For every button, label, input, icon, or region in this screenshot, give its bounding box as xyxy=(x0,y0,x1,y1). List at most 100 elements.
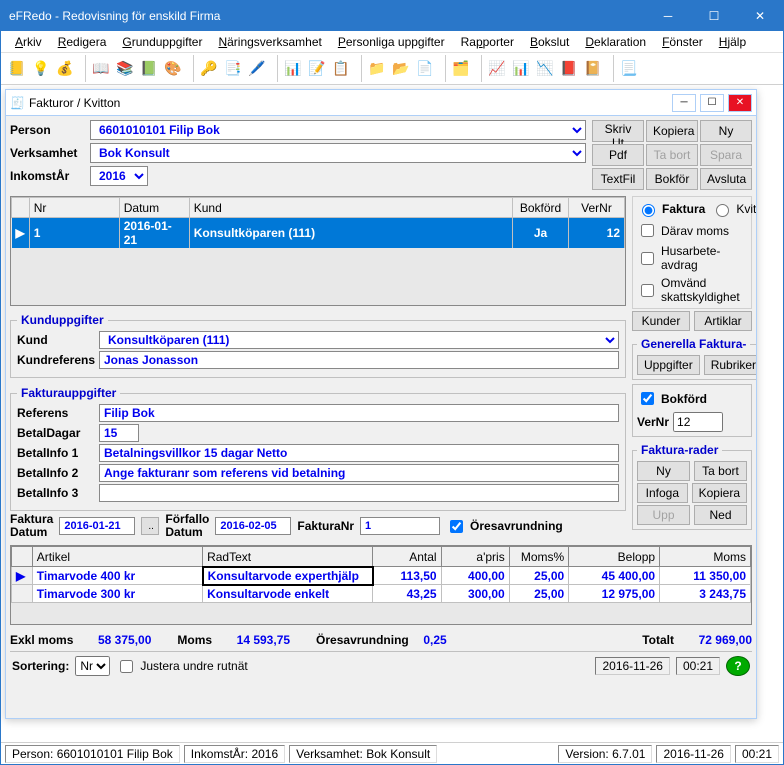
mdi-minimize[interactable]: ─ xyxy=(672,94,696,112)
line-row[interactable]: ▶ Timarvode 400 kr Konsultarvode experth… xyxy=(12,567,751,585)
toolbar-icon[interactable]: 🔑 xyxy=(197,57,221,81)
status-date: 2016-11-26 xyxy=(656,745,731,763)
toolbar-icon[interactable]: 📕 xyxy=(557,57,581,81)
mdi-date: 2016-11-26 xyxy=(595,657,670,675)
menu-naringsverksamhet[interactable]: Näringsverksamhet xyxy=(212,33,327,51)
toolbar-icon[interactable]: 📊 xyxy=(281,57,305,81)
menu-rapporter[interactable]: Rapporter xyxy=(455,33,520,51)
input-kundreferens[interactable] xyxy=(99,351,619,369)
status-verksamhet: Verksamhet: Bok Konsult xyxy=(289,745,437,763)
mdi-window: 🧾 Fakturor / Kvitton ─ ☐ ✕ Person 660101… xyxy=(5,89,757,719)
btn-artiklar[interactable]: Artiklar xyxy=(694,311,752,331)
btn-rad-ny[interactable]: Ny xyxy=(637,461,690,481)
toolbar-icon[interactable]: 💡 xyxy=(29,57,53,81)
toolbar-icon[interactable]: 📖 xyxy=(89,57,113,81)
totals-bar: Exkl moms 58 375,00 Moms 14 593,75 Öresa… xyxy=(10,631,752,649)
btn-bokfor[interactable]: Bokför xyxy=(646,168,698,190)
menu-bokslut[interactable]: Bokslut xyxy=(524,33,575,51)
mdi-icon: 🧾 xyxy=(10,96,25,110)
window-maximize-button[interactable]: ☐ xyxy=(691,1,737,31)
mdi-maximize[interactable]: ☐ xyxy=(700,94,724,112)
input-vernr[interactable] xyxy=(673,412,723,432)
toolbar-icon[interactable]: 📁 xyxy=(365,57,389,81)
select-person[interactable]: 6601010101 Filip Bok xyxy=(90,120,586,140)
invoice-grid[interactable]: Nr Datum Kund Bokförd VerNr ▶ 1 201 xyxy=(10,196,626,306)
menu-redigera[interactable]: Redigera xyxy=(52,33,113,51)
btn-skrivut[interactable]: Skriv Ut xyxy=(592,120,644,142)
menu-hjalp[interactable]: Hjälp xyxy=(713,33,752,51)
btn-spara[interactable]: Spara xyxy=(700,144,752,166)
toolbar-icon[interactable]: 📃 xyxy=(617,57,641,81)
input-betalinfo2[interactable] xyxy=(99,464,619,482)
input-referens[interactable] xyxy=(99,404,619,422)
btn-rad-ned[interactable]: Ned xyxy=(694,505,747,525)
btn-rad-infoga[interactable]: Infoga xyxy=(637,483,688,503)
label-inkomstar: InkomstÅr xyxy=(10,169,90,183)
input-betalinfo3[interactable] xyxy=(99,484,619,502)
invoice-row[interactable]: ▶ 1 2016-01-21 Konsultköparen (111) Ja 1… xyxy=(12,218,625,249)
col-vernr[interactable]: VerNr xyxy=(569,198,625,218)
btn-textfil[interactable]: TextFil xyxy=(592,168,644,190)
btn-rad-upp[interactable]: Upp xyxy=(637,505,690,525)
radio-faktura xyxy=(642,204,655,217)
input-fakturadatum[interactable] xyxy=(59,517,135,535)
select-sortering[interactable]: Nr xyxy=(75,656,110,676)
toolbar-icon[interactable]: 📊 xyxy=(509,57,533,81)
toolbar-icon[interactable]: 📗 xyxy=(137,57,161,81)
toolbar-icon[interactable]: 📉 xyxy=(533,57,557,81)
window-close-button[interactable]: ✕ xyxy=(737,1,783,31)
toolbar-icon[interactable]: 🗂️ xyxy=(449,57,473,81)
toolbar-icon[interactable]: 📋 xyxy=(329,57,353,81)
toolbar-icon[interactable]: 📔 xyxy=(581,57,605,81)
toolbar-icon[interactable]: 📒 xyxy=(5,57,29,81)
col-bokford[interactable]: Bokförd xyxy=(513,198,569,218)
main-window: eFRedo - Redovisning för enskild Firma ─… xyxy=(0,0,784,765)
btn-rubriker[interactable]: Rubriker xyxy=(704,355,756,375)
select-kund[interactable]: Konsultköparen (111) xyxy=(99,331,619,349)
toolbar-icon[interactable]: 📂 xyxy=(389,57,413,81)
menu-arkiv[interactable]: Arkiv xyxy=(9,33,48,51)
mdi-close[interactable]: ✕ xyxy=(728,94,752,112)
line-row[interactable]: Timarvode 300 kr Konsultarvode enkelt 43… xyxy=(12,585,751,603)
btn-rad-kopiera[interactable]: Kopiera xyxy=(692,483,747,503)
btn-tabort[interactable]: Ta bort xyxy=(646,144,698,166)
col-nr[interactable]: Nr xyxy=(29,198,119,218)
toolbar-icon[interactable]: 📝 xyxy=(305,57,329,81)
help-button[interactable]: ? xyxy=(726,656,750,676)
input-betalinfo1[interactable] xyxy=(99,444,619,462)
input-betaldagar[interactable] xyxy=(99,424,139,442)
chk-bokford xyxy=(641,392,654,405)
btn-kopiera[interactable]: Kopiera xyxy=(646,120,698,142)
lines-grid[interactable]: Artikel RadText Antal a'pris Moms% Belop… xyxy=(10,545,752,625)
col-kund[interactable]: Kund xyxy=(189,198,512,218)
menu-fonster[interactable]: Fönster xyxy=(656,33,709,51)
toolbar-icon[interactable]: 📄 xyxy=(413,57,437,81)
fieldset-rader: Faktura-rader NyTa bort InfogaKopiera Up… xyxy=(632,443,752,530)
input-forfallodatum[interactable] xyxy=(215,517,291,535)
input-fakturanr[interactable] xyxy=(360,517,440,535)
toolbar-icon[interactable]: 📈 xyxy=(485,57,509,81)
btn-date-picker[interactable]: .. xyxy=(141,517,159,535)
btn-ny[interactable]: Ny xyxy=(700,120,752,142)
select-verksamhet[interactable]: Bok Konsult xyxy=(90,143,586,163)
btn-kunder[interactable]: Kunder xyxy=(632,311,690,331)
col-datum[interactable]: Datum xyxy=(119,198,189,218)
fieldset-generella: Generella Faktura- Uppgifter Rubriker xyxy=(632,337,756,380)
toolbar-icon[interactable]: 📚 xyxy=(113,57,137,81)
btn-uppgifter[interactable]: Uppgifter xyxy=(637,355,700,375)
toolbar-icon[interactable]: 🎨 xyxy=(161,57,185,81)
status-person: Person: 6601010101 Filip Bok xyxy=(5,745,180,763)
fieldset-kunduppgifter: Kunduppgifter Kund Konsultköparen (111) … xyxy=(10,313,626,378)
toolbar-icon[interactable]: 🖊️ xyxy=(245,57,269,81)
btn-rad-tabort[interactable]: Ta bort xyxy=(694,461,747,481)
menu-deklaration[interactable]: Deklaration xyxy=(579,33,652,51)
menu-grunduppgifter[interactable]: Grunduppgifter xyxy=(116,33,208,51)
toolbar-icon[interactable]: 💰 xyxy=(53,57,77,81)
btn-avsluta[interactable]: Avsluta xyxy=(700,168,752,190)
fieldset-fakturauppgifter: Fakturauppgifter Referens BetalDagar Bet… xyxy=(10,386,626,511)
toolbar-icon[interactable]: 📑 xyxy=(221,57,245,81)
window-minimize-button[interactable]: ─ xyxy=(645,1,691,31)
menu-personliga[interactable]: Personliga uppgifter xyxy=(332,33,451,51)
btn-pdf[interactable]: Pdf xyxy=(592,144,644,166)
select-inkomstar[interactable]: 2016 xyxy=(90,166,148,186)
